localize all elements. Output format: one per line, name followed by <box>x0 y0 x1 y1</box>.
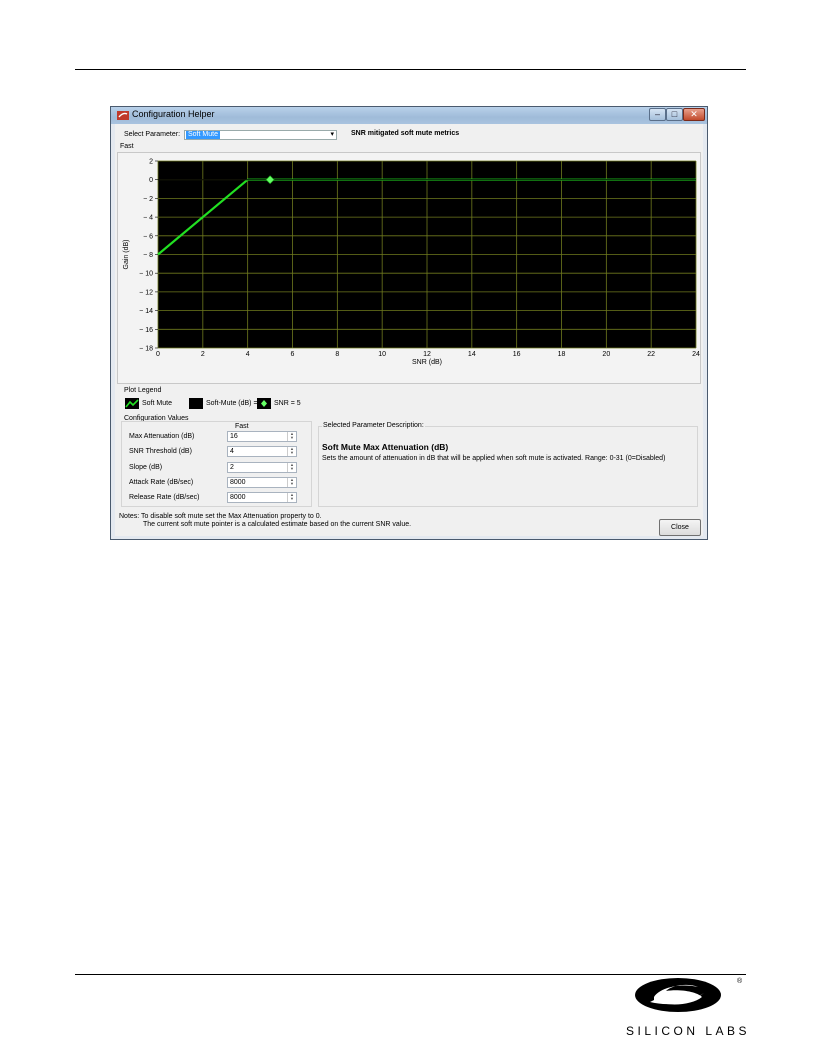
slope-field[interactable]: 2 ▲ ▼ <box>227 462 297 473</box>
x-tick-label: 18 <box>558 351 566 358</box>
configuration-helper-window: Configuration Helper – □ ✕ Select Parame… <box>110 106 708 540</box>
y-tick-label: − 8 <box>143 252 153 259</box>
close-button[interactable]: Close <box>659 519 701 536</box>
x-tick-label: 24 <box>692 351 700 358</box>
x-tick-label: 12 <box>423 351 431 358</box>
config-label-attack-rate: Attack Rate (dB/sec) <box>129 479 194 486</box>
x-tick-label: 22 <box>647 351 655 358</box>
select-parameter-label: Select Parameter: <box>124 131 181 138</box>
legend-title: Plot Legend <box>124 387 162 394</box>
release-rate-spinner[interactable]: ▲ ▼ <box>287 493 296 502</box>
x-tick-label: 4 <box>246 351 250 358</box>
attack-rate-field[interactable]: 8000 ▲ ▼ <box>227 477 297 488</box>
registered-mark: ® <box>737 977 743 985</box>
y-tick-label: − 16 <box>139 327 153 334</box>
x-tick-label: 0 <box>156 351 160 358</box>
legend-item-snr: SNR = 5 <box>274 400 301 407</box>
y-tick-label: 0 <box>149 177 153 184</box>
attack-rate-value: 8000 <box>230 479 246 486</box>
x-tick-label: 10 <box>378 351 386 358</box>
description-title: Soft Mute Max Attenuation (dB) <box>322 442 449 452</box>
attack-rate-spinner[interactable]: ▲ ▼ <box>287 478 296 487</box>
silicon-labs-logo: ® SILICON LABS <box>626 977 750 1038</box>
minimize-icon: – <box>654 109 660 119</box>
slope-value: 2 <box>230 464 234 471</box>
notes-line-2: The current soft mute pointer is a calcu… <box>143 521 412 528</box>
description-group <box>318 426 698 507</box>
snr-legend-icon <box>257 398 271 409</box>
snr-threshold-field[interactable]: 4 ▲ ▼ <box>227 446 297 457</box>
snr-threshold-value: 4 <box>230 448 234 455</box>
parameter-dropdown-value: Soft Mute <box>186 131 220 139</box>
header-rule <box>75 69 746 70</box>
window-titlebar[interactable]: Configuration Helper – □ ✕ <box>111 107 707 124</box>
y-tick-label: − 14 <box>139 308 153 315</box>
config-label-snr-threshold: SNR Threshold (dB) <box>129 448 192 455</box>
soft-mute-legend-icon <box>125 398 139 409</box>
description-text: Sets the amount of attenuation in dB tha… <box>322 455 666 462</box>
slope-spinner[interactable]: ▲ ▼ <box>287 463 296 472</box>
config-column-header: Fast <box>235 423 249 430</box>
plot-caption: Fast <box>120 143 134 150</box>
maximize-button[interactable]: □ <box>666 108 683 121</box>
notes-line-1: Notes: To disable soft mute set the Max … <box>119 513 322 520</box>
y-axis-label: Gain (dB) <box>123 240 130 270</box>
plot-panel: 0 2 4 6 8 10 12 14 16 18 20 22 24 2 0− 2− 4− 6− 8− 10−… <box>117 152 701 384</box>
x-tick-label: 16 <box>513 351 521 358</box>
window-title: Configuration Helper <box>132 109 215 119</box>
metric-title: SNR mitigated soft mute metrics <box>351 130 460 137</box>
soft-mute-chart: 0 2 4 6 8 10 12 14 16 18 20 22 2420− 2− 4− 6− 8− 10−… <box>123 159 700 367</box>
legend-item-soft-mute-zero: Soft-Mute (dB) = 0 <box>206 400 264 407</box>
y-tick-label: 2 <box>149 159 153 166</box>
x-tick-label: 20 <box>602 351 610 358</box>
config-label-max-attenuation: Max Attenuation (dB) <box>129 433 195 440</box>
y-tick-label: − 10 <box>139 271 153 278</box>
config-label-slope: Slope (dB) <box>129 464 163 471</box>
parameter-dropdown[interactable]: Soft Mute ▾ <box>184 130 337 140</box>
release-rate-value: 8000 <box>230 494 246 501</box>
legend-item-soft-mute: Soft Mute <box>142 400 172 407</box>
y-tick-label: − 4 <box>143 215 153 222</box>
release-rate-field[interactable]: 8000 ▲ ▼ <box>227 492 297 503</box>
description-header: Selected Parameter Description: <box>322 422 425 429</box>
y-tick-label: − 12 <box>139 289 153 296</box>
x-tick-label: 8 <box>335 351 339 358</box>
chevron-down-icon: ▾ <box>330 131 334 138</box>
soft-mute-zero-legend-icon <box>189 398 203 409</box>
minimize-button[interactable]: – <box>649 108 666 121</box>
max-attenuation-value: 16 <box>230 433 238 440</box>
maximize-icon: □ <box>671 109 678 119</box>
max-attenuation-field[interactable]: 16 ▲ ▼ <box>227 431 297 442</box>
silicon-labs-wordmark: SILICON LABS <box>626 1024 750 1038</box>
silicon-labs-app-icon <box>117 111 129 120</box>
y-tick-label: − 2 <box>143 196 153 203</box>
x-tick-label: 2 <box>201 351 205 358</box>
y-tick-label: − 18 <box>139 346 153 353</box>
close-icon: ✕ <box>690 109 698 119</box>
max-attenuation-spinner[interactable]: ▲ ▼ <box>287 432 296 441</box>
x-tick-label: 6 <box>291 351 295 358</box>
window-client-area: Select Parameter: Soft Mute ▾ SNR mitiga… <box>115 124 703 536</box>
config-label-release-rate: Release Rate (dB/sec) <box>129 494 200 501</box>
window-close-button[interactable]: ✕ <box>683 108 705 121</box>
y-tick-label: − 6 <box>143 233 153 240</box>
snr-threshold-spinner[interactable]: ▲ ▼ <box>287 447 296 456</box>
x-axis-label: SNR (dB) <box>412 359 442 366</box>
x-tick-label: 14 <box>468 351 476 358</box>
